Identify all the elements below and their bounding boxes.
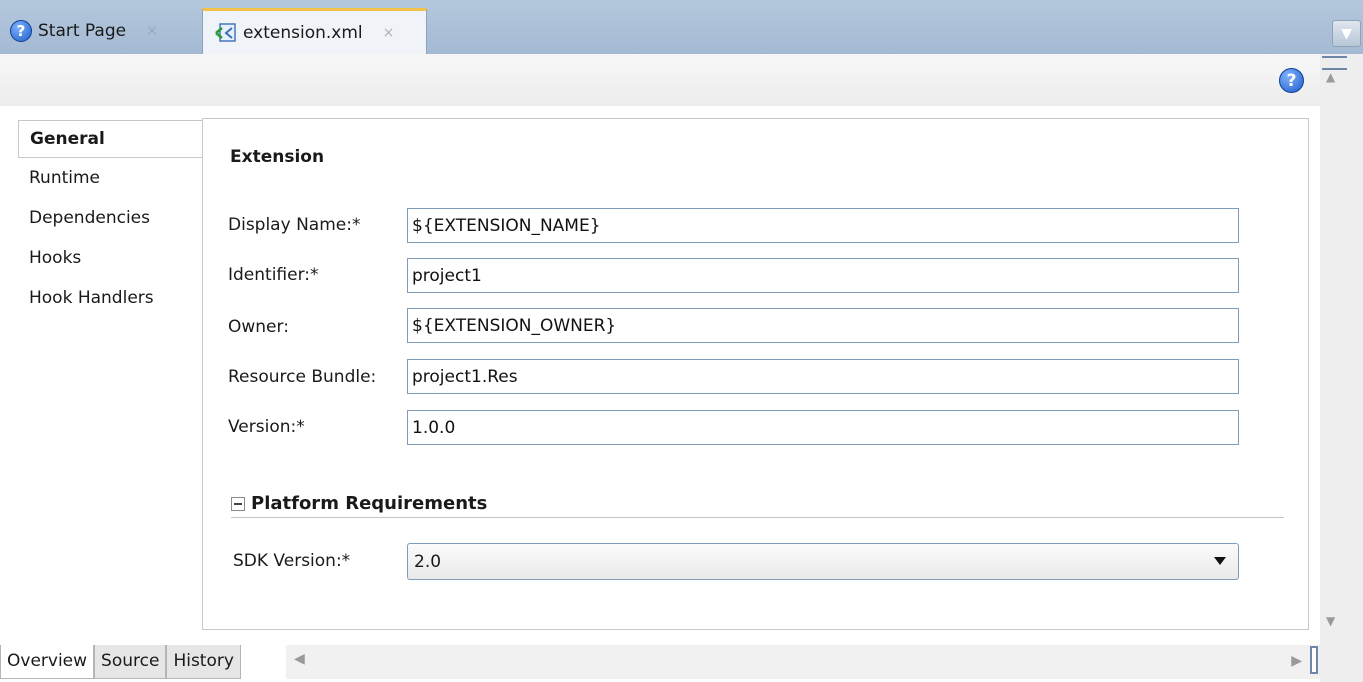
identifier-field[interactable] bbox=[407, 258, 1239, 293]
sdk-version-label: SDK Version:* bbox=[233, 551, 351, 571]
nav-item-general[interactable]: General bbox=[18, 120, 202, 158]
nav-item-runtime[interactable]: Runtime bbox=[18, 158, 202, 198]
split-handle-icon[interactable] bbox=[1322, 56, 1347, 70]
chevron-down-icon bbox=[1214, 557, 1226, 565]
general-panel: Extension Display Name:* Identifier:* Ow… bbox=[202, 118, 1309, 630]
help-icon: ? bbox=[10, 20, 32, 42]
xml-file-icon bbox=[213, 22, 237, 44]
close-icon[interactable]: × bbox=[383, 25, 395, 41]
tab-list-dropdown-button[interactable]: ▼ bbox=[1332, 20, 1361, 47]
scroll-down-icon[interactable]: ▼ bbox=[1326, 614, 1335, 628]
nav-item-hook-handlers[interactable]: Hook Handlers bbox=[18, 278, 202, 318]
tab-history[interactable]: History bbox=[166, 645, 241, 679]
scroll-right-icon[interactable]: ▶ bbox=[1291, 653, 1302, 669]
nav-item-dependencies[interactable]: Dependencies bbox=[18, 198, 202, 238]
owner-label: Owner: bbox=[228, 317, 289, 337]
platform-requirements-title: Platform Requirements bbox=[251, 493, 488, 514]
version-field[interactable] bbox=[407, 410, 1239, 445]
identifier-label: Identifier:* bbox=[228, 265, 319, 285]
section-divider bbox=[231, 517, 1284, 518]
scroll-up-icon[interactable]: ▲ bbox=[1326, 70, 1335, 84]
tab-start-page[interactable]: ? Start Page × bbox=[0, 8, 196, 54]
nav-item-hooks[interactable]: Hooks bbox=[18, 238, 202, 278]
section-title-extension: Extension bbox=[230, 147, 325, 167]
sdk-version-select[interactable]: 2.0 bbox=[407, 543, 1239, 580]
owner-field[interactable] bbox=[407, 308, 1239, 343]
overview-nav: General Runtime Dependencies Hooks Hook … bbox=[18, 120, 202, 318]
scroll-thumb[interactable] bbox=[1310, 646, 1318, 674]
display-name-label: Display Name:* bbox=[228, 215, 361, 235]
tab-label: extension.xml bbox=[243, 22, 363, 43]
display-name-field[interactable] bbox=[407, 208, 1239, 243]
platform-requirements-header[interactable]: Platform Requirements bbox=[231, 493, 487, 514]
editor-tab-strip: ? Start Page × extension.xml × ▼ bbox=[0, 0, 1363, 54]
tab-overview[interactable]: Overview bbox=[0, 645, 95, 679]
resource-bundle-field[interactable] bbox=[407, 359, 1239, 394]
horizontal-scrollbar[interactable]: ◀ ▶ bbox=[286, 645, 1320, 679]
tab-extension-xml[interactable]: extension.xml × bbox=[202, 8, 427, 54]
tab-label: Start Page bbox=[38, 21, 127, 41]
chevron-down-icon: ▼ bbox=[1341, 25, 1352, 42]
tab-source[interactable]: Source bbox=[94, 645, 167, 679]
collapse-icon[interactable] bbox=[231, 496, 245, 511]
editor-toolbar: ? bbox=[0, 54, 1320, 106]
vertical-scrollbar[interactable]: ▲ ▼ bbox=[1320, 54, 1363, 682]
version-label: Version:* bbox=[228, 417, 305, 437]
scroll-left-icon[interactable]: ◀ bbox=[294, 651, 305, 667]
editor-bottom-tabs: Overview Source History bbox=[0, 645, 241, 679]
help-icon[interactable]: ? bbox=[1279, 68, 1304, 93]
resource-bundle-label: Resource Bundle: bbox=[228, 367, 377, 387]
close-icon[interactable]: × bbox=[146, 23, 158, 39]
sdk-version-value: 2.0 bbox=[414, 551, 442, 572]
